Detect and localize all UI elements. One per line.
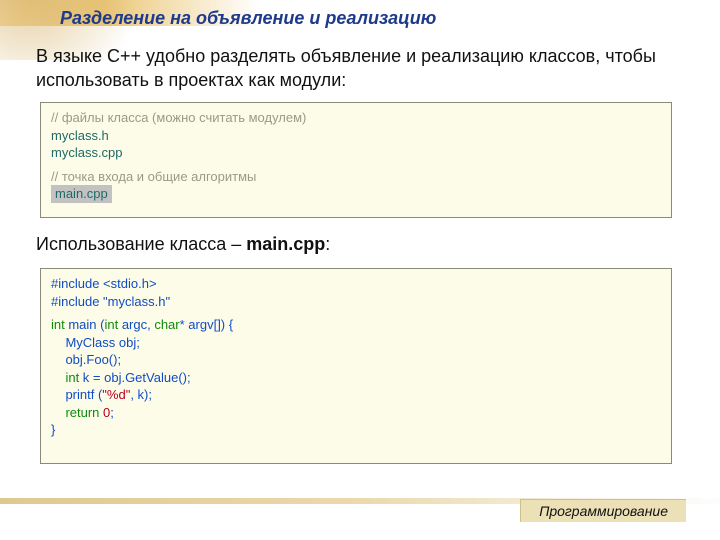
code-line: obj.Foo(); [51, 351, 661, 369]
code-line: int main (int argc, char* argv[]) { [51, 316, 661, 334]
footer-tag: Программирование [520, 499, 686, 522]
code-line: int k = obj.GetValue(); [51, 369, 661, 387]
intro-text: В языке C++ удобно разделять объявление … [36, 44, 676, 93]
subheading-prefix: Использование класса – [36, 234, 246, 254]
code-line: #include <stdio.h> [51, 275, 661, 293]
code-line: #include "myclass.h" [51, 293, 661, 311]
code-line: myclass.cpp [51, 144, 661, 162]
slide-title: Разделение на объявление и реализацию [60, 8, 436, 29]
code-block-files: // файлы класса (можно считать модулем) … [40, 102, 672, 218]
code-line: MyClass obj; [51, 334, 661, 352]
code-line: printf ("%d", k); [51, 386, 661, 404]
code-comment: // файлы класса (можно считать модулем) [51, 109, 661, 127]
subheading: Использование класса – main.cpp: [36, 234, 330, 255]
code-line: return 0; [51, 404, 661, 422]
code-line-highlight: main.cpp [51, 185, 112, 203]
subheading-suffix: : [325, 234, 330, 254]
code-line: myclass.h [51, 127, 661, 145]
subheading-bold: main.cpp [246, 234, 325, 254]
code-comment: // точка входа и общие алгоритмы [51, 168, 661, 186]
code-block-main: #include <stdio.h> #include "myclass.h" … [40, 268, 672, 464]
code-line: } [51, 421, 661, 439]
